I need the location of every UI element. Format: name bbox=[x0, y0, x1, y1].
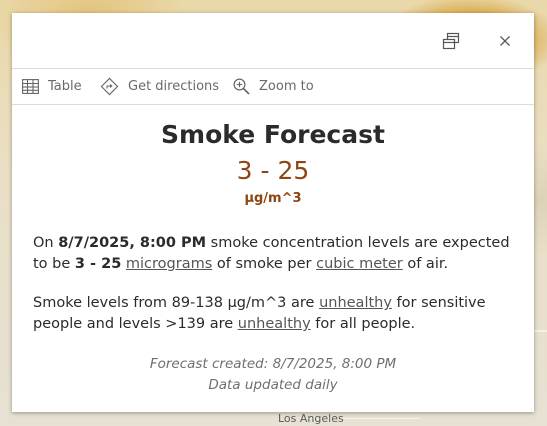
text-span: for all people. bbox=[310, 316, 416, 332]
feature-popup: Table Get directions Zoom to Smoke Forec… bbox=[12, 13, 534, 412]
forecast-created-note: Forecast created: 8/7/2025, 8:00 PM bbox=[149, 356, 397, 372]
get-directions-label: Get directions bbox=[128, 79, 220, 94]
popup-header bbox=[12, 13, 534, 68]
get-directions-action[interactable]: Get directions bbox=[100, 69, 219, 104]
dock-button[interactable] bbox=[438, 28, 464, 54]
zoom-to-label: Zoom to bbox=[259, 79, 314, 94]
zoom-in-icon bbox=[233, 78, 250, 95]
forecast-range: 3 - 25 bbox=[236, 156, 310, 185]
forecast-description: On 8/7/2025, 8:00 PM smoke concentration… bbox=[33, 233, 513, 275]
text-span: Smoke levels from 89-138 µg/m^3 are bbox=[33, 295, 320, 311]
close-button[interactable] bbox=[492, 28, 518, 54]
text-span: of smoke per bbox=[212, 256, 317, 272]
directions-icon bbox=[100, 77, 119, 96]
cubic-meter-link[interactable]: cubic meter bbox=[316, 256, 403, 272]
popup-title: Smoke Forecast bbox=[161, 120, 385, 149]
health-description: Smoke levels from 89-138 µg/m^3 are unhe… bbox=[33, 293, 513, 335]
micrograms-link[interactable]: micrograms bbox=[126, 256, 212, 272]
popup-action-bar: Table Get directions Zoom to bbox=[12, 68, 534, 105]
map-place-label: Los Angeles bbox=[278, 412, 344, 425]
table-action-label: Table bbox=[48, 79, 82, 94]
zoom-to-action[interactable]: Zoom to bbox=[233, 69, 314, 104]
unhealthy-link-all[interactable]: unhealthy bbox=[238, 316, 311, 332]
table-action[interactable]: Table bbox=[22, 69, 82, 104]
forecast-unit: µg/m^3 bbox=[244, 191, 302, 206]
close-icon bbox=[500, 36, 510, 46]
unhealthy-link-sensitive[interactable]: unhealthy bbox=[319, 295, 392, 311]
dock-icon bbox=[442, 32, 460, 50]
forecast-datetime: 8/7/2025, 8:00 PM bbox=[58, 235, 207, 251]
text-span: of air. bbox=[402, 256, 449, 272]
table-icon bbox=[22, 79, 39, 94]
text-span: On bbox=[33, 235, 59, 251]
data-updated-note: Data updated daily bbox=[208, 377, 338, 393]
forecast-range-inline: 3 - 25 bbox=[74, 256, 122, 272]
